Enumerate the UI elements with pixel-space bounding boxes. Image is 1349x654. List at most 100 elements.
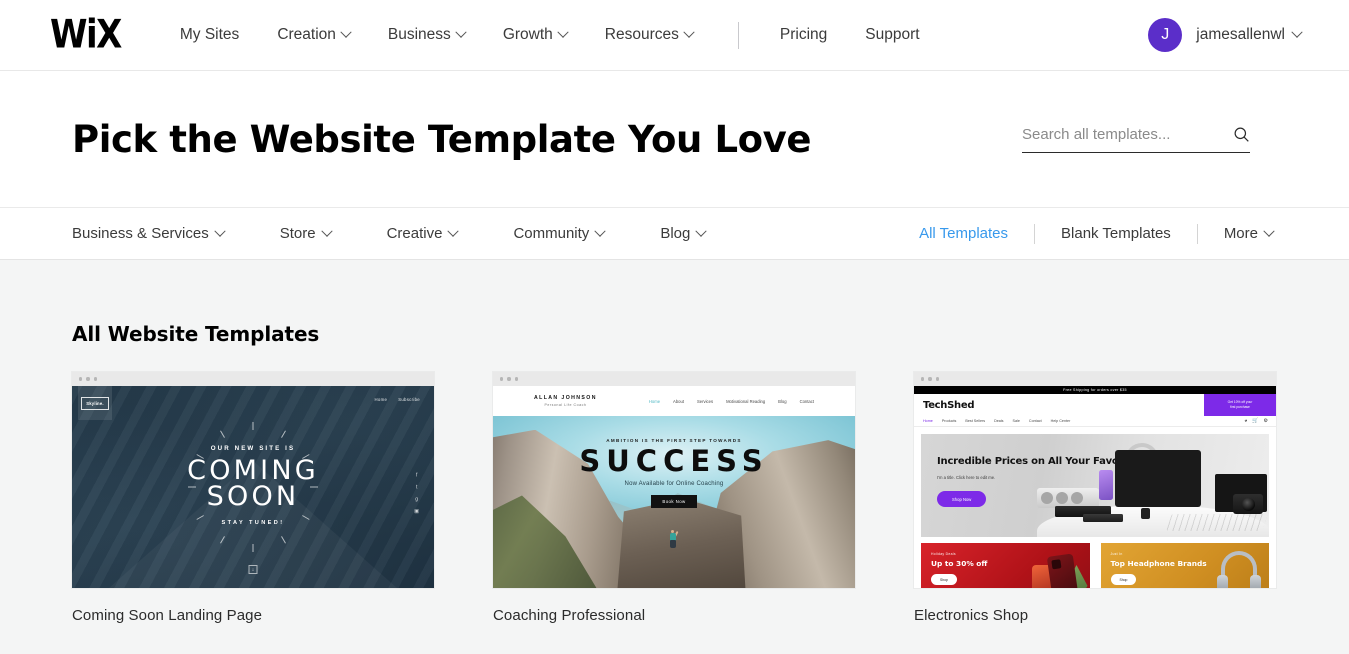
store-nav-sale: Sale bbox=[1012, 419, 1020, 423]
template-card-coming-soon[interactable]: Skyline. Home Subscribe OUR NEW SITE IS … bbox=[72, 372, 434, 624]
browser-chrome-bar bbox=[493, 372, 855, 386]
hero-subline: Now Available for Online Coaching bbox=[624, 481, 724, 488]
section-title: All Website Templates bbox=[72, 322, 320, 346]
soundbar-product bbox=[1083, 514, 1123, 522]
account-menu[interactable]: jamesallenwl bbox=[1196, 26, 1303, 44]
top-header: WiX My Sites Creation Business Growth Re… bbox=[0, 0, 1349, 71]
search-bar[interactable] bbox=[1022, 125, 1250, 153]
preview-nav-services: Services bbox=[697, 398, 714, 404]
skyline-logo-label: Skyline. bbox=[81, 396, 109, 410]
store-header: TechShed Get 10% off your first purchase bbox=[914, 394, 1276, 416]
category-creative[interactable]: Creative bbox=[386, 225, 460, 242]
twitter-icon: t bbox=[415, 484, 418, 491]
account-area: J jamesallenwl bbox=[1148, 18, 1321, 52]
templates-content: All Website Templates Skyline. Home Subs… bbox=[0, 260, 1349, 654]
nav-label: Resources bbox=[604, 26, 679, 43]
preview-nav-contact: Contact bbox=[799, 398, 814, 404]
search-input[interactable] bbox=[1022, 125, 1233, 143]
category-blog[interactable]: Blog bbox=[660, 225, 708, 242]
promo-card-holiday-deals: Holiday Deals Up to 30% off Shop bbox=[921, 543, 1090, 588]
wix-logo[interactable]: WiX bbox=[50, 15, 122, 54]
filter-blank-templates[interactable]: Blank Templates bbox=[1035, 225, 1197, 242]
chevron-down-icon bbox=[447, 225, 460, 237]
preview-nav-about: About bbox=[673, 398, 684, 404]
preview-header: ALLAN JOHNSON Personal Life Coach Home A… bbox=[493, 386, 855, 416]
nav-item-resources[interactable]: Resources bbox=[586, 18, 712, 52]
store-nav-actions: ◕ 🛒 ⚙ bbox=[1244, 418, 1268, 424]
store-nav-home: Home bbox=[923, 419, 933, 423]
nav-item-growth[interactable]: Growth bbox=[484, 18, 586, 52]
template-card-electronics[interactable]: Free Shipping for orders over $35 TechSh… bbox=[914, 372, 1276, 624]
store-nav-help-center: Help Center bbox=[1050, 419, 1071, 423]
filter-all-templates[interactable]: All Templates bbox=[893, 225, 1034, 242]
promo-badge: Get 10% off your first purchase bbox=[1204, 394, 1276, 416]
main-navigation: My Sites Creation Business Growth Resour… bbox=[161, 18, 939, 52]
climber-figure bbox=[669, 529, 679, 549]
account-icon: ◕ bbox=[1244, 418, 1248, 424]
search-icon[interactable] bbox=[1233, 126, 1250, 143]
preview-nav-motivational-reading: Motivational Reading bbox=[726, 398, 766, 404]
promo-cards-row: Holiday Deals Up to 30% off Shop Just In… bbox=[921, 543, 1269, 588]
template-card-coaching[interactable]: ALLAN JOHNSON Personal Life Coach Home A… bbox=[493, 372, 855, 624]
chevron-down-icon bbox=[1263, 225, 1275, 237]
filter-label: All Templates bbox=[919, 225, 1009, 242]
hero-section: Pick the Website Template You Love bbox=[0, 71, 1349, 207]
nav-item-creation[interactable]: Creation bbox=[258, 18, 369, 52]
category-business-services[interactable]: Business & Services bbox=[72, 225, 226, 242]
browser-dot-icon bbox=[935, 377, 940, 381]
template-title: Coming Soon Landing Page bbox=[72, 607, 263, 624]
coaching-hero: AMBITION IS THE FIRST STEP TOWARDS SUCCE… bbox=[493, 438, 855, 509]
smartwatch-product bbox=[1141, 508, 1150, 519]
browser-dot-icon bbox=[507, 377, 511, 381]
keyboard-product bbox=[1166, 514, 1268, 531]
template-title: Coaching Professional bbox=[493, 607, 646, 624]
instagram-icon: ▣ bbox=[414, 508, 419, 515]
chevron-down-icon bbox=[455, 26, 467, 38]
nav-label: Support bbox=[865, 26, 920, 43]
center-rock bbox=[616, 498, 747, 588]
promo-headphones bbox=[1217, 551, 1261, 588]
store-nav-deals: Deals bbox=[994, 419, 1004, 423]
preview-nav: Home About Services Motivational Reading… bbox=[649, 399, 814, 404]
nav-item-business[interactable]: Business bbox=[369, 18, 484, 52]
store-nav-contact: Contact bbox=[1028, 419, 1042, 423]
cart-icon: 🛒 bbox=[1252, 418, 1259, 424]
category-community[interactable]: Community bbox=[513, 225, 606, 242]
browser-dot-icon bbox=[514, 377, 519, 381]
category-store[interactable]: Store bbox=[279, 225, 333, 242]
browser-chrome-bar bbox=[914, 372, 1276, 386]
category-bar: Business & Services Store Creative Commu… bbox=[0, 207, 1349, 260]
chevron-down-icon bbox=[683, 26, 695, 38]
nav-label: Pricing bbox=[779, 26, 828, 43]
promo-shop-button: Shop bbox=[931, 574, 957, 586]
gear-icon: ⚙ bbox=[1263, 418, 1268, 424]
hero-line-2: SOON bbox=[206, 481, 300, 513]
scroll-down-icon: ↓ bbox=[248, 565, 258, 574]
browser-dot-icon bbox=[500, 377, 504, 381]
nav-item-pricing[interactable]: Pricing bbox=[761, 18, 846, 52]
template-preview-frame[interactable]: ALLAN JOHNSON Personal Life Coach Home A… bbox=[493, 372, 855, 588]
category-label: Store bbox=[279, 225, 316, 242]
promo-card-headphones: Just In Top Headphone Brands Shop bbox=[1100, 543, 1269, 588]
template-preview-frame[interactable]: Free Shipping for orders over $35 TechSh… bbox=[914, 372, 1276, 588]
template-title: Electronics Shop bbox=[914, 607, 1029, 624]
chevron-down-icon bbox=[1291, 26, 1303, 38]
phone-product bbox=[1099, 470, 1113, 500]
store-nav: Home Products Best Sellers Deals Sale Co… bbox=[914, 416, 1276, 427]
header-divider bbox=[737, 21, 739, 49]
nav-item-support[interactable]: Support bbox=[846, 18, 938, 52]
shop-now-button: Shop Now bbox=[937, 491, 987, 508]
nav-label: Creation bbox=[277, 26, 336, 43]
category-label: Creative bbox=[386, 225, 443, 242]
avatar[interactable]: J bbox=[1148, 18, 1183, 52]
store-brand: TechShed bbox=[923, 399, 975, 411]
browser-dot-icon bbox=[928, 377, 932, 381]
filter-more[interactable]: More bbox=[1198, 225, 1299, 242]
skyline-logo: Skyline. bbox=[78, 386, 112, 420]
category-filters: All Templates Blank Templates More bbox=[893, 223, 1299, 244]
store-nav-products: Products bbox=[941, 419, 957, 423]
nav-item-my-sites[interactable]: My Sites bbox=[161, 18, 258, 52]
category-label: Business & Services bbox=[72, 225, 209, 242]
template-preview-frame[interactable]: Skyline. Home Subscribe OUR NEW SITE IS … bbox=[72, 372, 434, 588]
nav-label: My Sites bbox=[179, 26, 240, 43]
